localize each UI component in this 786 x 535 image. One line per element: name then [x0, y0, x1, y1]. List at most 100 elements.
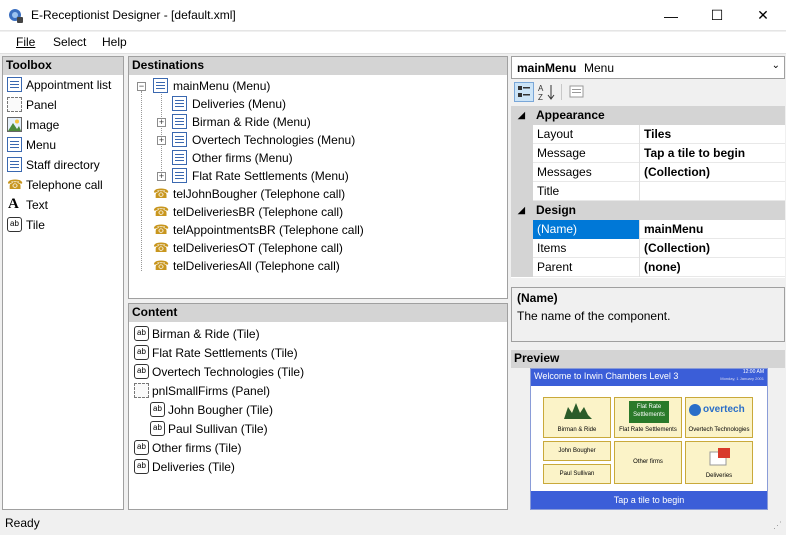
toolbox-item-label: Text: [26, 198, 49, 212]
tree-node[interactable]: Deliveries (Menu): [172, 94, 286, 114]
object-selector[interactable]: mainMenu Menu ⌄: [511, 56, 785, 79]
telephone-icon: ☎: [153, 240, 170, 255]
content-item-label: Birman & Ride (Tile): [152, 327, 260, 341]
tree-connector: [161, 91, 162, 177]
toolbox-item-tile[interactable]: ab Tile: [7, 215, 45, 235]
tile-icon: ab: [134, 326, 149, 341]
collapse-icon[interactable]: −: [137, 82, 146, 91]
expand-icon[interactable]: +: [157, 118, 166, 127]
content-item[interactable]: ab Paul Sullivan (Tile): [150, 419, 268, 439]
category-label: Appearance: [536, 108, 605, 122]
tree-node[interactable]: ☎ telDeliveriesOT (Telephone call): [153, 238, 343, 258]
content-item[interactable]: ab Other firms (Tile): [134, 438, 242, 458]
property-toolbar: AZ: [511, 80, 785, 104]
menu-file[interactable]: File: [16, 35, 35, 49]
content-item[interactable]: ab Overtech Technologies (Tile): [134, 362, 304, 382]
property-row[interactable]: Layout Tiles: [511, 125, 785, 144]
content-item[interactable]: ab Birman & Ride (Tile): [134, 324, 260, 344]
toolbox-item-label: Panel: [26, 98, 57, 112]
preview-tile: Flat Rate Settlements Flat Rate Settleme…: [614, 397, 682, 438]
menu-help[interactable]: Help: [102, 35, 127, 49]
help-title: (Name): [517, 291, 558, 305]
toolbox-item-image[interactable]: Image: [7, 115, 59, 135]
tree-node-label: mainMenu (Menu): [173, 79, 271, 93]
tree-node-label: Overtech Technologies (Menu): [192, 133, 356, 147]
toolbox-item-staff-directory[interactable]: Staff directory: [7, 155, 100, 175]
menu-icon: [172, 168, 187, 183]
title-bar: E-Receptionist Designer - [default.xml] …: [0, 0, 786, 31]
maximize-icon: ☐: [710, 7, 724, 23]
toolbox-item-menu[interactable]: Menu: [7, 135, 56, 155]
tile-icon: ab: [150, 421, 165, 436]
resize-grip-icon[interactable]: ⋰: [773, 515, 782, 535]
tree-node[interactable]: Birman & Ride (Menu): [172, 112, 311, 132]
content-item-label: pnlSmallFirms (Panel): [152, 384, 271, 398]
preview-footer: Tap a tile to begin: [531, 491, 767, 509]
content-item-label: Overtech Technologies (Tile): [152, 365, 305, 379]
tree-node[interactable]: Flat Rate Settlements (Menu): [172, 166, 349, 186]
tree-node-label: telDeliveriesBR (Telephone call): [173, 205, 344, 219]
tree-node[interactable]: Other firms (Menu): [172, 148, 293, 168]
tree-node[interactable]: ☎ telDeliveriesBR (Telephone call): [153, 202, 343, 222]
close-icon: ✕: [757, 7, 769, 23]
property-value[interactable]: [641, 182, 785, 201]
tree-node-label: Deliveries (Menu): [192, 97, 287, 111]
status-bar: Ready ⋰: [0, 513, 786, 534]
content-item[interactable]: ab John Bougher (Tile): [150, 400, 273, 420]
flat-rate-logo: Flat Rate Settlements: [629, 401, 669, 423]
toolbox-item-label: Staff directory: [26, 158, 100, 172]
expand-icon[interactable]: +: [157, 136, 166, 145]
property-row[interactable]: Parent (none): [511, 258, 785, 277]
tree-node[interactable]: ☎ telDeliveriesAll (Telephone call): [153, 256, 340, 276]
property-row[interactable]: Title: [511, 182, 785, 201]
tile-icon: ab: [134, 345, 149, 360]
category-design[interactable]: ◢ Design: [511, 201, 785, 220]
panel-icon: [7, 97, 22, 112]
close-button[interactable]: ✕: [740, 0, 786, 31]
alphabetical-button[interactable]: AZ: [537, 82, 557, 102]
content-item[interactable]: ab Deliveries (Tile): [134, 457, 235, 477]
property-row[interactable]: Messages (Collection): [511, 163, 785, 182]
property-name: (Name): [533, 220, 640, 239]
tree-node[interactable]: Overtech Technologies (Menu): [172, 130, 355, 150]
tree-node[interactable]: ☎ telAppointmentsBR (Telephone call): [153, 220, 364, 240]
property-value[interactable]: (none): [641, 258, 785, 277]
content-panel: Content ab Birman & Ride (Tile) ab Flat Ra…: [128, 303, 508, 510]
maximize-button[interactable]: ☐: [694, 0, 740, 31]
categorized-button[interactable]: [514, 82, 534, 102]
minimize-icon: —: [664, 7, 678, 24]
property-row-selected[interactable]: (Name) mainMenu: [511, 220, 785, 239]
collapse-icon: ◢: [518, 205, 525, 215]
content-item[interactable]: ab Flat Rate Settlements (Tile): [134, 343, 298, 363]
toolbox-item-panel[interactable]: Panel: [7, 95, 57, 115]
chevron-down-icon: ⌄: [771, 60, 780, 71]
svg-text:Z: Z: [538, 93, 543, 102]
content-item[interactable]: pnlSmallFirms (Panel): [134, 381, 270, 401]
property-row[interactable]: Message Tap a tile to begin: [511, 144, 785, 163]
toolbox-item-text[interactable]: A Text: [7, 195, 48, 215]
toolbox-item-label: Appointment list: [26, 78, 112, 92]
status-text: Ready: [5, 516, 40, 530]
preview-tile-label: Birman & Ride: [557, 427, 597, 433]
toolbox-item-label: Menu: [26, 138, 57, 152]
tree-node-root[interactable]: mainMenu (Menu): [153, 76, 270, 96]
preview-banner: Welcome to Irwin Chambers Level 3 12:00 …: [531, 369, 767, 386]
toolbox-item-telephone-call[interactable]: ☎ Telephone call: [7, 175, 103, 195]
telephone-icon: ☎: [153, 204, 170, 219]
tree-node[interactable]: ☎ telJohnBougher (Telephone call): [153, 184, 345, 204]
tile-icon: ab: [134, 459, 149, 474]
toolbox-item-appointment-list[interactable]: Appointment list: [7, 75, 111, 95]
property-value[interactable]: (Collection): [641, 239, 785, 258]
preview-tile: Birman & Ride: [543, 397, 611, 438]
expand-icon[interactable]: +: [157, 172, 166, 181]
property-value[interactable]: Tiles: [641, 125, 785, 144]
menu-select[interactable]: Select: [53, 35, 86, 49]
property-pages-button[interactable]: [567, 82, 587, 102]
property-row[interactable]: Items (Collection): [511, 239, 785, 258]
property-value[interactable]: (Collection): [641, 163, 785, 182]
category-appearance[interactable]: ◢ Appearance: [511, 106, 785, 125]
appointment-list-icon: [7, 77, 22, 92]
property-value[interactable]: mainMenu: [641, 220, 785, 239]
property-value[interactable]: Tap a tile to begin: [641, 144, 785, 163]
minimize-button[interactable]: —: [648, 0, 694, 31]
